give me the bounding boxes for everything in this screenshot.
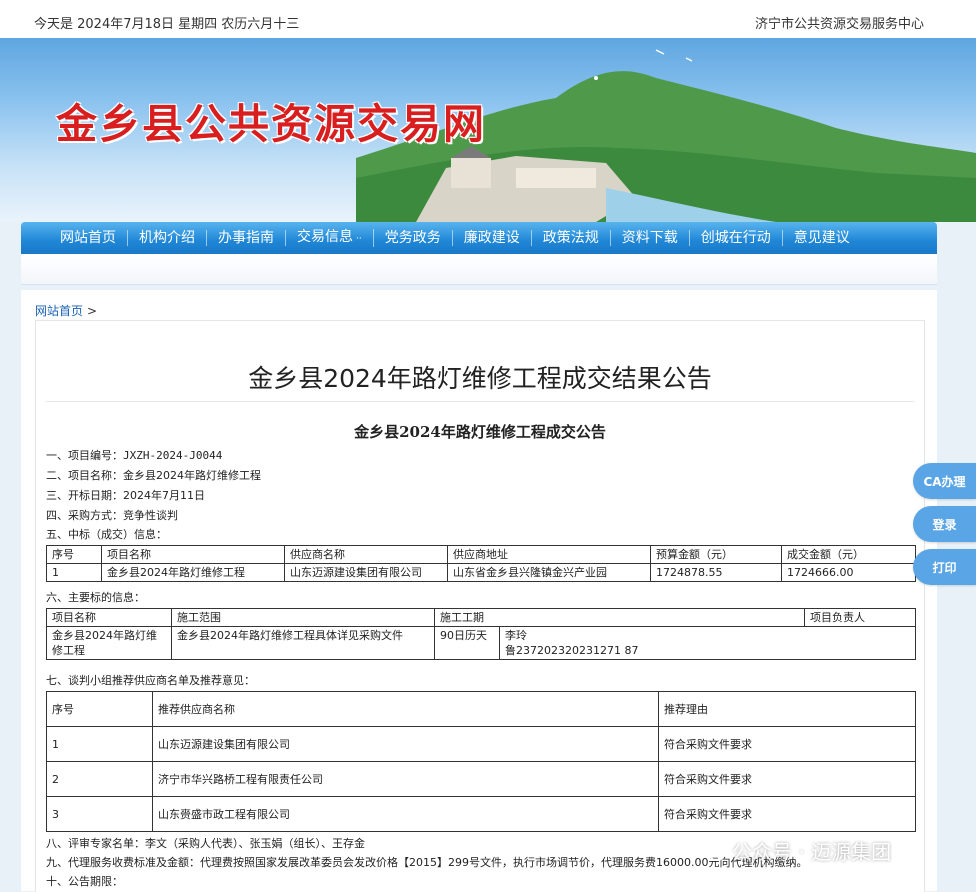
section-recommendation: 七、谈判小组推荐供应商名单及推荐意见： <box>46 674 255 687</box>
table-cell: 金乡县2024年路灯维修工程具体详见采购文件 <box>171 626 435 660</box>
nav-party-affairs[interactable]: 党务政务 <box>374 230 453 246</box>
main-nav: 网站首页 机构介绍 办事指南 交易信息 ·· 党务政务 廉政建设 政策法规 资料下… <box>21 222 937 254</box>
table-cell: 金乡县2024年路灯维修工程 <box>46 626 172 660</box>
table-cell: 3 <box>46 796 153 832</box>
nav-integrity[interactable]: 廉政建设 <box>453 230 532 246</box>
nav-trade-info[interactable]: 交易信息 ·· <box>286 229 374 247</box>
breadcrumb: 网站首页 > <box>35 302 97 319</box>
table-header: 序号 <box>46 691 153 727</box>
project-number-label: 一、项目编号： <box>46 449 123 462</box>
table-row: 1 山东迈源建设集团有限公司 符合采购文件要求 <box>46 726 916 762</box>
table-header-row: 序号 项目名称 供应商名称 供应商地址 预算金额（元） 成交金额（元） <box>46 545 916 564</box>
table-header: 成交金额（元） <box>781 545 916 564</box>
table-header: 项目名称 <box>101 545 285 564</box>
announcement-subtitle: 金乡县2024年路灯维修工程成交公告 <box>354 423 606 441</box>
procurement-method: 四、采购方式：竞争性谈判 <box>46 509 178 522</box>
ca-service-button[interactable]: CA办理 <box>913 463 976 499</box>
breadcrumb-home-link[interactable]: 网站首页 <box>35 304 83 318</box>
table-cell: 符合采购文件要求 <box>658 726 916 762</box>
nav-trade-info-label: 交易信息 <box>297 229 353 245</box>
table-header: 施工范围 <box>171 608 435 627</box>
table-header: 推荐理由 <box>658 691 916 727</box>
award-table: 序号 项目名称 供应商名称 供应商地址 预算金额（元） 成交金额（元） 1 金乡… <box>46 545 916 582</box>
table-header: 序号 <box>46 545 102 564</box>
notice-period: 十、公告期限： <box>46 875 123 888</box>
table-cell: 90日历天 <box>434 626 500 660</box>
table-cell: 2 <box>46 761 153 797</box>
date-text: 今天是 2024年7月18日 星期四 农历六月十三 <box>34 17 300 32</box>
table-cell: 符合采购文件要求 <box>658 761 916 797</box>
sub-nav-bar <box>21 254 937 285</box>
breadcrumb-separator: > <box>87 304 98 318</box>
table-header: 推荐供应商名称 <box>152 691 659 727</box>
center-name[interactable]: 济宁市公共资源交易服务中心 <box>755 13 924 32</box>
main-content: 网站首页 > 金乡县2024年路灯维修工程成交结果公告 金乡县2024年路灯维修工… <box>21 290 937 892</box>
table-cell: 1724666.00 <box>781 563 916 582</box>
table-header-row: 项目名称 施工范围 施工工期 项目负责人 <box>46 608 916 627</box>
subject-table: 项目名称 施工范围 施工工期 项目负责人 金乡县2024年路灯维修工程 金乡县2… <box>46 608 916 660</box>
agency-fee: 九、代理服务收费标准及金额：代理费按照国家发展改革委员会发改价格【2015】29… <box>46 856 808 869</box>
table-row: 2 济宁市华兴路桥工程有限责任公司 符合采购文件要求 <box>46 761 916 797</box>
wechat-icon <box>700 840 726 861</box>
nav-city-action[interactable]: 创城在行动 <box>690 230 783 246</box>
bid-opening-date: 三、开标日期：2024年7月11日 <box>46 489 205 502</box>
manager-cert: 鲁237202320231271 87 <box>505 644 639 657</box>
table-header: 项目负责人 <box>804 608 916 627</box>
table-cell: 1 <box>46 726 153 762</box>
page-title: 金乡县2024年路灯维修工程成交结果公告 <box>248 364 712 393</box>
wechat-watermark: 公众号 · 迈源集团 <box>700 836 891 865</box>
table-header-row: 序号 推荐供应商名称 推荐理由 <box>46 691 916 727</box>
expert-list: 八、评审专家名单：李文（采购人代表）、张玉娟（组长）、王存金 <box>46 837 365 850</box>
table-header: 施工工期 <box>434 608 805 627</box>
top-bar: 今天是 2024年7月18日 星期四 农历六月十三 济宁市公共资源交易服务中心 <box>0 0 976 39</box>
project-number-value: JXZH-2024-J0044 <box>123 449 223 462</box>
table-cell: 山东迈源建设集团有限公司 <box>152 726 659 762</box>
table-cell: 山东省金乡县兴隆镇金兴产业园 <box>447 563 651 582</box>
table-row: 3 山东赍盛市政工程有限公司 符合采购文件要求 <box>46 796 916 832</box>
table-cell: 1724878.55 <box>650 563 782 582</box>
login-button[interactable]: 登录 <box>913 506 976 542</box>
site-banner: 金乡县公共资源交易网 <box>0 38 976 222</box>
table-row: 金乡县2024年路灯维修工程 金乡县2024年路灯维修工程具体详见采购文件 90… <box>46 626 916 660</box>
print-button[interactable]: 打印 <box>913 549 976 585</box>
dropdown-icon: ·· <box>356 234 362 244</box>
table-cell: 山东迈源建设集团有限公司 <box>284 563 448 582</box>
nav-policy[interactable]: 政策法规 <box>532 230 611 246</box>
section-award-info: 五、中标（成交）信息： <box>46 528 167 541</box>
nav-guide[interactable]: 办事指南 <box>207 230 286 246</box>
project-name: 二、项目名称：金乡县2024年路灯维修工程 <box>46 469 261 482</box>
nav-downloads[interactable]: 资料下载 <box>611 230 690 246</box>
nav-home[interactable]: 网站首页 <box>49 230 128 246</box>
table-header: 供应商地址 <box>447 545 651 564</box>
watermark-text: 公众号 · 迈源集团 <box>732 840 892 864</box>
table-cell: 李玲 鲁237202320231271 87 <box>499 626 916 660</box>
table-cell: 济宁市华兴路桥工程有限责任公司 <box>152 761 659 797</box>
recommendation-table: 序号 推荐供应商名称 推荐理由 1 山东迈源建设集团有限公司 符合采购文件要求 … <box>46 691 916 832</box>
table-cell: 1 <box>46 563 102 582</box>
table-header: 项目名称 <box>46 608 172 627</box>
table-header: 供应商名称 <box>284 545 448 564</box>
title-divider <box>46 401 914 402</box>
nav-feedback[interactable]: 意见建议 <box>783 230 861 246</box>
site-title: 金乡县公共资源交易网 <box>56 100 486 148</box>
table-cell: 符合采购文件要求 <box>658 796 916 832</box>
announcement-article: 金乡县2024年路灯维修工程成交结果公告 金乡县2024年路灯维修工程成交公告 … <box>35 320 925 892</box>
table-cell: 山东赍盛市政工程有限公司 <box>152 796 659 832</box>
table-row: 1 金乡县2024年路灯维修工程 山东迈源建设集团有限公司 山东省金乡县兴隆镇金… <box>46 563 916 582</box>
nav-about[interactable]: 机构介绍 <box>128 230 207 246</box>
manager-name: 李玲 <box>505 629 527 642</box>
project-number: 一、项目编号：JXZH-2024-J0044 <box>46 447 222 463</box>
table-header: 预算金额（元） <box>650 545 782 564</box>
section-main-subject: 六、主要标的信息： <box>46 591 145 604</box>
table-cell: 金乡县2024年路灯维修工程 <box>101 563 285 582</box>
